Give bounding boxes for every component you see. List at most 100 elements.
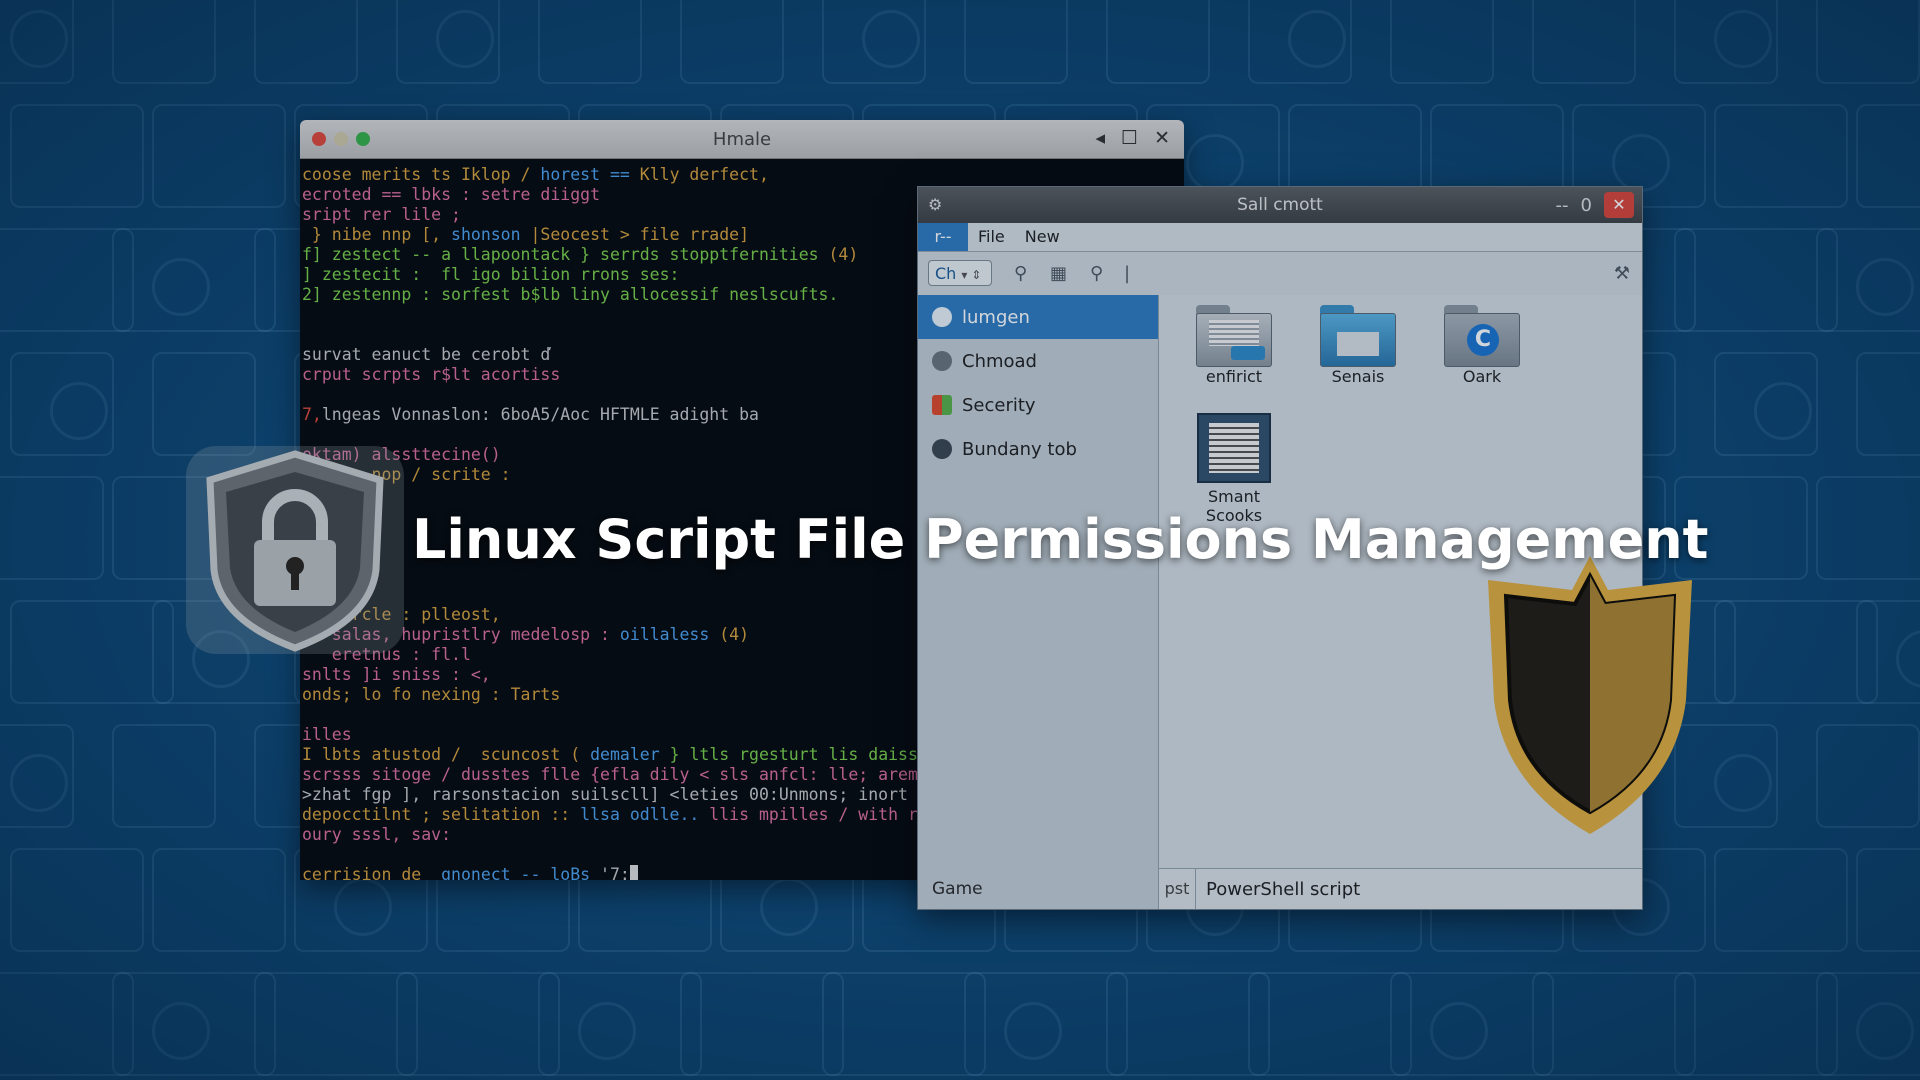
terminal-text: llis mpilles / with rot: [709, 805, 938, 824]
background-tile: [1856, 352, 1920, 456]
background-ring: [1612, 134, 1670, 192]
background-tile: [1532, 0, 1636, 84]
close-button[interactable]: ✕: [1604, 192, 1634, 218]
maximize-button[interactable]: 0: [1581, 195, 1592, 216]
background-ring: [1430, 1002, 1488, 1060]
terminal-text: onds; lo fo nexing : Tarts: [302, 685, 561, 704]
terminal-text: oury sssl, sav:: [302, 825, 452, 844]
user-icon: [932, 351, 952, 371]
sidebar-item-bundany-tob[interactable]: Bundany tob: [918, 427, 1158, 471]
terminal-text: (4): [828, 245, 859, 264]
background-tile: [680, 972, 844, 1076]
gold-shield-icon: [1488, 556, 1692, 834]
background-tile: [10, 104, 144, 208]
terminal-text: illes: [302, 725, 352, 744]
menu-item-file[interactable]: File: [968, 223, 1015, 251]
sidebar-item-label: Chmoad: [962, 350, 1037, 372]
sidebar-item-lumgen[interactable]: lumgen: [918, 295, 1158, 339]
sidebar-item-chmoad[interactable]: Chmoad: [918, 339, 1158, 383]
sidebar-item-label: Secerity: [962, 394, 1036, 416]
background-tile: [1532, 972, 1696, 1076]
terminal-text: depocctilnt ; selitation ::: [302, 805, 581, 824]
status-text: PowerShell script: [1206, 878, 1361, 900]
location-dropdown[interactable]: Ch ▾ ⇕: [928, 260, 992, 286]
cursor-icon: [629, 865, 638, 880]
background-tile: [964, 0, 1068, 84]
terminal-text: ] zestecit : fl igo bilion rrons ses:: [302, 265, 680, 284]
terminal-text: 7,: [302, 405, 322, 424]
background-tile: [152, 848, 286, 952]
sidebar-footer: Game: [932, 879, 983, 899]
terminal-text: survat eanuct be cerobt ď: [302, 345, 551, 364]
background-tile: [152, 104, 286, 208]
image-folder-icon: [1320, 305, 1396, 367]
zoom-icon[interactable]: ⚲: [1090, 263, 1103, 284]
terminal-text: crput scrpts r$lt acortiss: [302, 365, 561, 384]
background-tile: [1106, 0, 1210, 84]
background-tile: [112, 724, 216, 828]
background-tile: [1714, 848, 1848, 952]
file-item-oark[interactable]: C Oark: [1427, 305, 1537, 386]
file-label: enfirict: [1205, 367, 1263, 386]
maximize-icon[interactable]: ☐: [1121, 127, 1138, 149]
sidebar-item-label: lumgen: [962, 306, 1030, 328]
background-tile: [254, 0, 358, 84]
file-item-senais[interactable]: Senais: [1303, 305, 1413, 386]
sidebar: lumgen Chmoad Secerity Bundany tob Game: [918, 295, 1159, 909]
terminal-text: Klly derfect,: [639, 165, 769, 184]
background-ring: [10, 10, 68, 68]
status-prefix: pst: [1159, 869, 1196, 909]
file-label: Oark: [1462, 367, 1502, 386]
terminal-controls: ◂ ☐ ✕: [1095, 127, 1170, 149]
terminal-text: } ltls rgesturt lis daiss: [669, 745, 918, 764]
background-ring: [1288, 10, 1346, 68]
minimize-button[interactable]: --: [1556, 195, 1569, 216]
book-icon: [1197, 413, 1271, 483]
chevron-down-icon: ▾ ⇕: [961, 268, 982, 282]
background-ring: [1714, 10, 1772, 68]
close-icon[interactable]: ✕: [1154, 127, 1170, 149]
background-ring: [152, 258, 210, 316]
file-label: Senais: [1331, 367, 1385, 386]
background-ring: [152, 1002, 210, 1060]
background-ring: [1856, 1002, 1914, 1060]
terminal-text: scrsss sitoge / dusstes flle {efla dily …: [302, 765, 918, 784]
background-tile: [1390, 0, 1494, 84]
terminal-text: gnonect -- loBs: [441, 865, 601, 880]
background-tile: [10, 848, 144, 952]
file-item-enfirict[interactable]: enfirict: [1179, 305, 1289, 386]
background-tile: [1714, 600, 1878, 704]
terminal-titlebar[interactable]: Hmale ◂ ☐ ✕: [300, 120, 1184, 159]
separator-icon: |: [1124, 263, 1131, 284]
terminal-text: I lbts atustod / scuncost (: [302, 745, 591, 764]
background-ring: [1004, 1002, 1062, 1060]
terminal-text: >zhat fgp ], rarsonstacion suilscll] <le…: [302, 785, 908, 804]
background-ring: [1856, 258, 1914, 316]
background-tile: [1674, 972, 1838, 1076]
sidebar-item-secerity[interactable]: Secerity: [918, 383, 1158, 427]
settings-icon[interactable]: ⚒: [1614, 263, 1630, 284]
terminal-text: '7:: [600, 865, 630, 880]
file-manager-titlebar[interactable]: ⚙ Sall cmott -- 0 ✕: [918, 187, 1642, 223]
background-tile: [1816, 724, 1920, 828]
background-tile: [1248, 972, 1412, 1076]
terminal-text: llsa odlle..: [580, 805, 710, 824]
background-tile: [10, 600, 174, 704]
terminal-text: 2] zestennp : sorfest b$lb liny allocess…: [302, 285, 839, 304]
view-icon[interactable]: ▦: [1050, 263, 1067, 284]
terminal-text: horest ==: [540, 165, 640, 184]
lock-shield-icon: [186, 446, 404, 654]
background-tile: [1816, 0, 1920, 84]
background-ring: [10, 754, 68, 812]
terminal-text: ecroted == lbks : setre diiggt: [302, 185, 601, 204]
terminal-text: f] zestect -- a llapoontack } serrds sto…: [302, 245, 829, 264]
menu-item-new[interactable]: New: [1015, 223, 1070, 251]
back-icon[interactable]: ◂: [1095, 127, 1105, 149]
sidebar-item-label: Bundany tob: [962, 438, 1077, 460]
menu-item-nav[interactable]: r-->: [918, 223, 968, 274]
terminal-text: |Seocest > file rrade]: [530, 225, 750, 244]
globe-icon: [932, 439, 952, 459]
background-tile: [680, 0, 784, 84]
search-icon[interactable]: ⚲: [1014, 263, 1027, 284]
background-ring: [50, 382, 108, 440]
